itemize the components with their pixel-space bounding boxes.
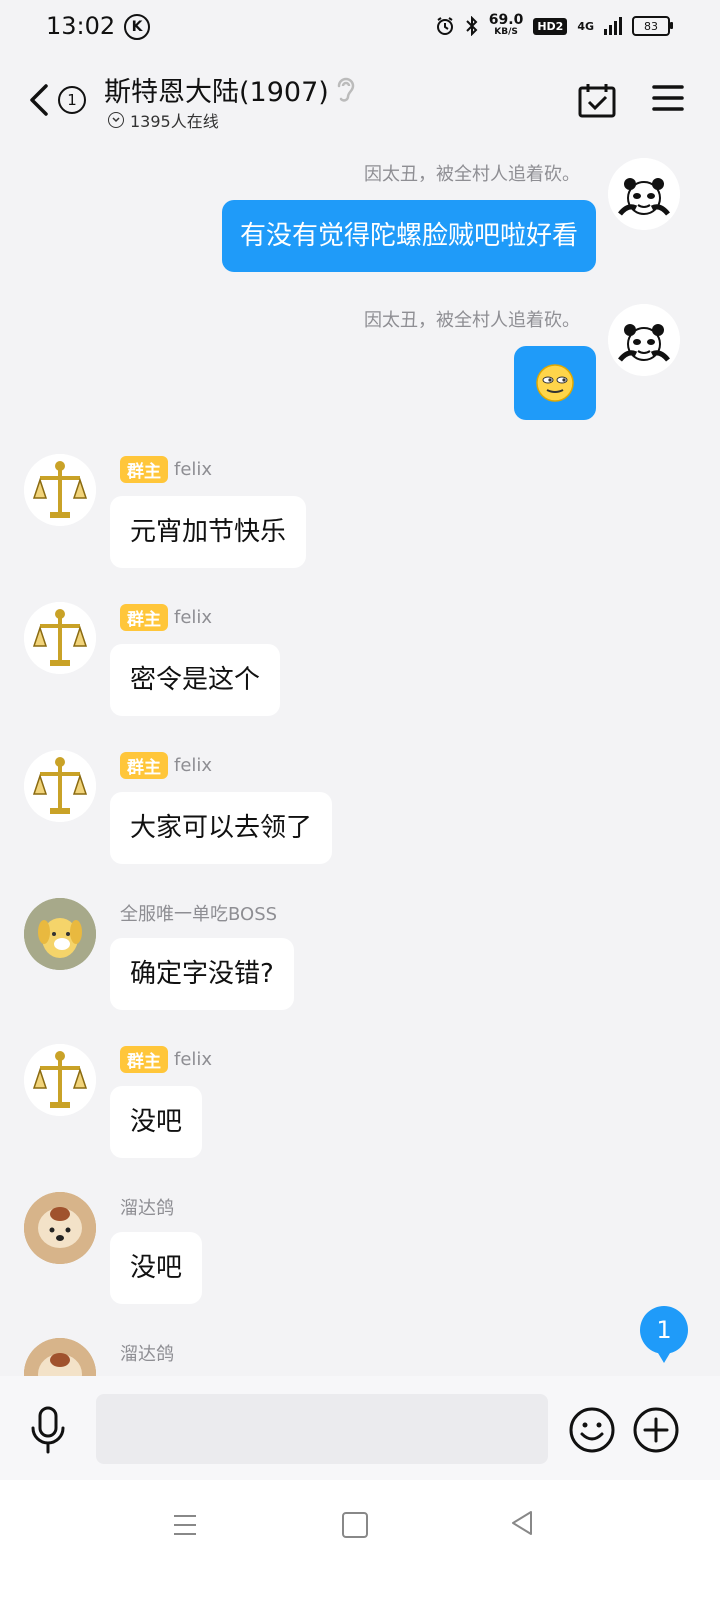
- message-bubble[interactable]: 没吧: [110, 1086, 203, 1158]
- back-triangle-icon[interactable]: [510, 1510, 534, 1536]
- group-title[interactable]: 斯特恩大陆(1907): [104, 70, 329, 109]
- online-text: 1395人在线: [130, 112, 219, 131]
- message-bubble[interactable]: 有没有觉得陀螺脸贼吧啦好看: [221, 200, 596, 272]
- sender-row: 群主 felix: [120, 752, 212, 779]
- sender-name: felix: [174, 459, 213, 480]
- chat-header: 1 斯特恩大陆(1907) 1395人在线: [0, 56, 720, 140]
- avatar[interactable]: [24, 602, 96, 674]
- group-owner-badge: 群主: [120, 1046, 168, 1073]
- avatar[interactable]: [608, 158, 680, 230]
- avatar[interactable]: [24, 1192, 96, 1264]
- message-input[interactable]: [96, 1394, 548, 1464]
- group-owner-badge: 群主: [120, 604, 168, 631]
- message-bubble[interactable]: 大家可以去领了: [110, 792, 333, 864]
- sender-row: 群主 felix: [120, 1046, 212, 1073]
- home-button-icon[interactable]: [342, 1512, 368, 1538]
- emoji-icon[interactable]: [568, 1406, 616, 1454]
- status-time: 13:02: [46, 12, 116, 40]
- scales-emblem-icon: [24, 602, 96, 674]
- sly-face-emoji-icon: [536, 364, 574, 402]
- network-type: 4G: [577, 19, 594, 33]
- alarm-icon: [436, 17, 453, 35]
- message-bubble[interactable]: 元宵加节快乐: [110, 496, 307, 568]
- menu-icon[interactable]: [652, 84, 684, 112]
- scales-emblem-icon: [24, 454, 96, 526]
- input-bar: [0, 1376, 720, 1480]
- avatar[interactable]: [24, 1044, 96, 1116]
- message-bubble[interactable]: 确定字没错?: [110, 938, 294, 1010]
- sender-name: 溜达鸽: [120, 1198, 174, 1219]
- avatar[interactable]: [24, 898, 96, 970]
- panda-meme-icon: [608, 304, 680, 376]
- online-count[interactable]: 1395人在线: [108, 108, 219, 132]
- message-bubble[interactable]: 没吧: [110, 1232, 203, 1304]
- app-notification-icon: K: [124, 14, 150, 40]
- sender-name: 溜达鸽: [120, 1344, 174, 1365]
- unread-count-badge[interactable]: 1: [58, 86, 86, 114]
- ear-icon[interactable]: [334, 74, 358, 104]
- signal-icon: [604, 17, 622, 35]
- chevron-down-icon: [108, 112, 124, 128]
- back-arrow-icon[interactable]: [26, 82, 56, 118]
- group-owner-badge: 群主: [120, 456, 168, 483]
- sender-row: 群主 felix: [120, 456, 212, 483]
- sender-name: 因太丑，被全村人追着砍。: [364, 310, 580, 331]
- avatar[interactable]: [24, 454, 96, 526]
- avatar[interactable]: [608, 304, 680, 376]
- bluetooth-icon: [466, 16, 478, 36]
- shiba-avatar-icon: [24, 1338, 96, 1376]
- hd-voice-badge: HD2: [533, 17, 568, 35]
- net-speed: 69.0 KB/S: [488, 12, 524, 37]
- status-bar: 13:02 K 69.0 KB/S HD2 4G 83: [0, 0, 720, 56]
- shiba-avatar-icon: [24, 1192, 96, 1264]
- sender-name: felix: [174, 755, 213, 776]
- recent-apps-icon[interactable]: [172, 1512, 198, 1538]
- microphone-icon[interactable]: [28, 1406, 68, 1454]
- dog-avatar-icon: [24, 898, 96, 970]
- panda-meme-icon: [608, 158, 680, 230]
- group-owner-badge: 群主: [120, 752, 168, 779]
- message-bubble[interactable]: 密令是这个: [110, 644, 281, 716]
- system-nav-bar: [0, 1480, 720, 1600]
- scales-emblem-icon: [24, 1044, 96, 1116]
- status-indicators: 69.0 KB/S HD2 4G 83: [435, 12, 673, 38]
- calendar-check-icon[interactable]: [578, 82, 616, 118]
- emoji-bubble[interactable]: [514, 346, 596, 420]
- scales-emblem-icon: [24, 750, 96, 822]
- plus-icon[interactable]: [632, 1406, 680, 1454]
- sender-row: 群主 felix: [120, 604, 212, 631]
- avatar[interactable]: [24, 1338, 96, 1376]
- battery-icon: 83: [632, 16, 673, 36]
- new-message-badge[interactable]: 1: [640, 1306, 688, 1363]
- sender-name: 全服唯一单吃BOSS: [120, 904, 278, 925]
- sender-name: felix: [174, 607, 213, 628]
- sender-name: 因太丑，被全村人追着砍。: [364, 164, 580, 185]
- sender-name: felix: [174, 1049, 213, 1070]
- avatar[interactable]: [24, 750, 96, 822]
